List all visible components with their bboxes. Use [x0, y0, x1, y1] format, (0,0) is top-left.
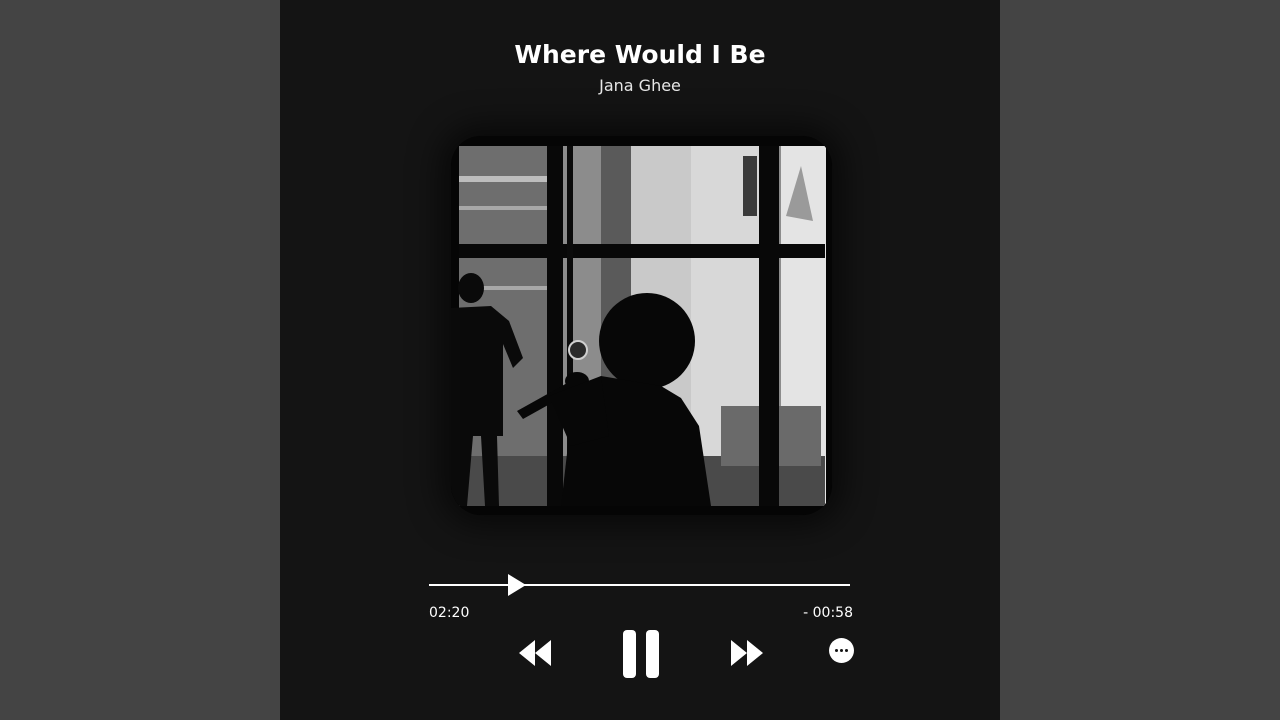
- pause-icon[interactable]: [623, 630, 659, 678]
- artist-name: Jana Ghee: [599, 76, 681, 95]
- player-card: Where Would I Be Jana Ghee 02:20 - 00:58: [280, 0, 1000, 720]
- album-art: [451, 136, 832, 515]
- rewind-icon[interactable]: [519, 640, 551, 666]
- more-dot: [840, 649, 843, 652]
- progress-bar[interactable]: [429, 584, 850, 586]
- elapsed-time: 02:20: [429, 605, 470, 621]
- more-dot: [835, 649, 838, 652]
- progress-knob[interactable]: [508, 574, 527, 596]
- album-cover-image: [451, 136, 832, 515]
- fast-forward-icon[interactable]: [731, 640, 763, 666]
- more-dot: [845, 649, 848, 652]
- remaining-time: - 00:58: [803, 605, 853, 621]
- track-title: Where Would I Be: [514, 40, 766, 69]
- more-options-icon[interactable]: [829, 638, 854, 663]
